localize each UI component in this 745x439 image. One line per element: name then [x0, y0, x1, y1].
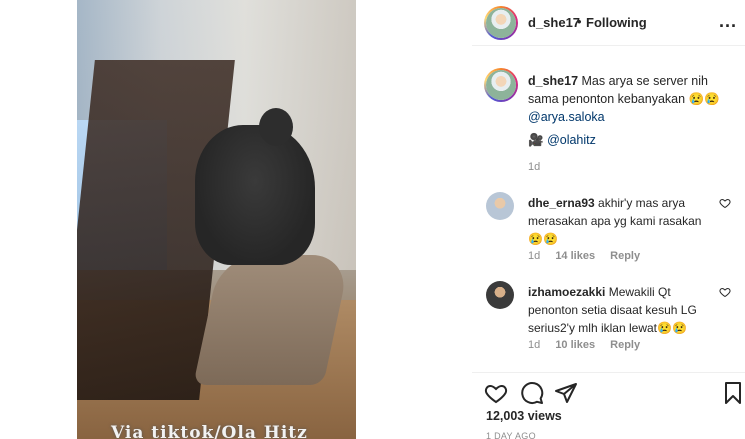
following-button[interactable]: Following	[586, 15, 647, 30]
video-overlay-text: Via tiktok/Ola Hitz	[111, 423, 308, 439]
comment-likes[interactable]: 10 likes	[555, 339, 595, 351]
heart-icon[interactable]	[484, 381, 508, 405]
video-frame-person-legs	[193, 255, 351, 385]
comment-reply-button[interactable]: Reply	[610, 250, 640, 262]
post-header: d_she17 • Following ...	[472, 0, 745, 46]
commenter-username[interactable]: izhamoezakki	[528, 285, 605, 299]
caption-mention[interactable]: @arya.saloka	[528, 110, 605, 124]
caption-time[interactable]: 1d	[528, 161, 540, 173]
comment-time[interactable]: 1d	[528, 250, 540, 262]
view-count[interactable]: 12,003 views	[486, 409, 562, 423]
post-side-panel: d_she17 • Following ... d_she17 Mas arya…	[472, 0, 745, 439]
media-pane: Via tiktok/Ola Hitz	[0, 0, 432, 439]
video-frame-person-head	[259, 108, 293, 146]
comment-text-block: izhamoezakki Mewakili Qt penonton setia …	[528, 283, 710, 337]
video-camera-icon: 🎥	[528, 133, 544, 147]
share-icon[interactable]	[554, 381, 578, 405]
comment-meta: 1d 14 likes Reply	[528, 250, 652, 262]
caption-mention-olahitz[interactable]: @olahitz	[547, 133, 596, 147]
comment-like-icon[interactable]	[719, 197, 731, 209]
caption-mention-line: 🎥 @olahitz	[528, 133, 596, 148]
author-avatar[interactable]	[484, 6, 518, 40]
commenter-username[interactable]: dhe_erna93	[528, 196, 595, 210]
author-username[interactable]: d_she17	[528, 15, 580, 30]
post-timestamp[interactable]: 1 DAY AGO	[486, 431, 536, 439]
comment-time[interactable]: 1d	[528, 339, 540, 351]
comment-like-icon[interactable]	[719, 286, 731, 298]
commenter-avatar[interactable]	[486, 192, 514, 220]
comment-reply-button[interactable]: Reply	[610, 339, 640, 351]
caption-text-block: d_she17 Mas arya se server nih sama peno…	[528, 72, 738, 126]
separator-dot: •	[577, 14, 582, 29]
more-options-icon[interactable]: ...	[719, 11, 737, 32]
comment-meta: 1d 10 likes Reply	[528, 339, 652, 351]
caption-avatar[interactable]	[484, 68, 518, 102]
comment-likes[interactable]: 14 likes	[555, 250, 595, 262]
video-frame-person-body	[195, 125, 315, 265]
bookmark-icon[interactable]	[721, 381, 745, 405]
comment-icon[interactable]	[520, 381, 544, 405]
video-player[interactable]: Via tiktok/Ola Hitz	[77, 0, 356, 439]
caption-username[interactable]: d_she17	[528, 74, 578, 88]
post-actions-bar: 12,003 views 1 DAY AGO	[472, 372, 745, 439]
comment-text-block: dhe_erna93 akhir'y mas arya merasakan ap…	[528, 194, 710, 248]
commenter-avatar[interactable]	[486, 281, 514, 309]
